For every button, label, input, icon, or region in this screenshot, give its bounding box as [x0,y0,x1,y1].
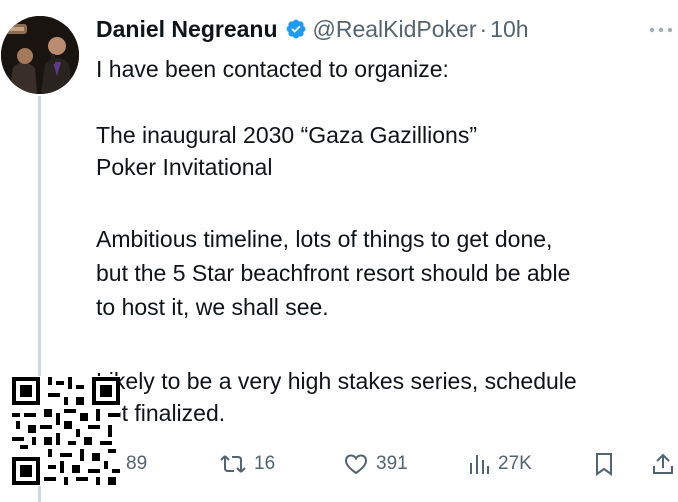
like-button[interactable]: 391 [344,446,408,482]
tweet-header: Daniel Negreanu @RealKidPoker · 10h [96,14,529,44]
repost-icon [220,455,246,473]
tweet-line: to host it, we shall see. [96,294,329,320]
timestamp[interactable]: 10h [490,16,528,43]
author-handle[interactable]: @RealKidPoker [313,16,477,43]
bookmark-icon [596,453,612,476]
views-button[interactable]: 27K [468,446,532,482]
tweet-line: Likely to be a very high stakes series, … [96,368,577,394]
tweet-line: Ambitious timeline, lots of things to ge… [96,226,553,252]
tweet-line: The inaugural 2030 “Gaza Gazillions” [96,122,477,148]
heart-icon [344,454,368,475]
tweet-line: Poker Invitational [96,154,273,180]
tweet-card[interactable]: Daniel Negreanu @RealKidPoker · 10h I ha… [0,0,678,502]
bookmark-button[interactable] [594,446,614,482]
share-button[interactable] [652,446,674,482]
tweet-line: I have been contacted to organize: [96,56,449,82]
like-count: 391 [376,453,408,474]
verified-badge-icon [286,19,305,39]
share-icon [653,453,673,474]
author-name[interactable]: Daniel Negreanu [96,16,278,43]
tweet-line: but the 5 Star beachfront resort should … [96,260,571,286]
repost-count: 16 [254,453,276,474]
separator-dot: · [479,15,488,42]
reply-count: 89 [126,453,148,474]
qr-code-overlay [12,376,120,486]
views-count: 27K [498,453,532,474]
avatar[interactable] [1,16,79,94]
action-bar: 89 16 391 27K [96,446,676,482]
more-dots-icon[interactable] [648,26,674,34]
views-chart-icon [470,455,489,474]
avatar-photo [1,16,79,94]
repost-button[interactable]: 16 [220,446,275,482]
